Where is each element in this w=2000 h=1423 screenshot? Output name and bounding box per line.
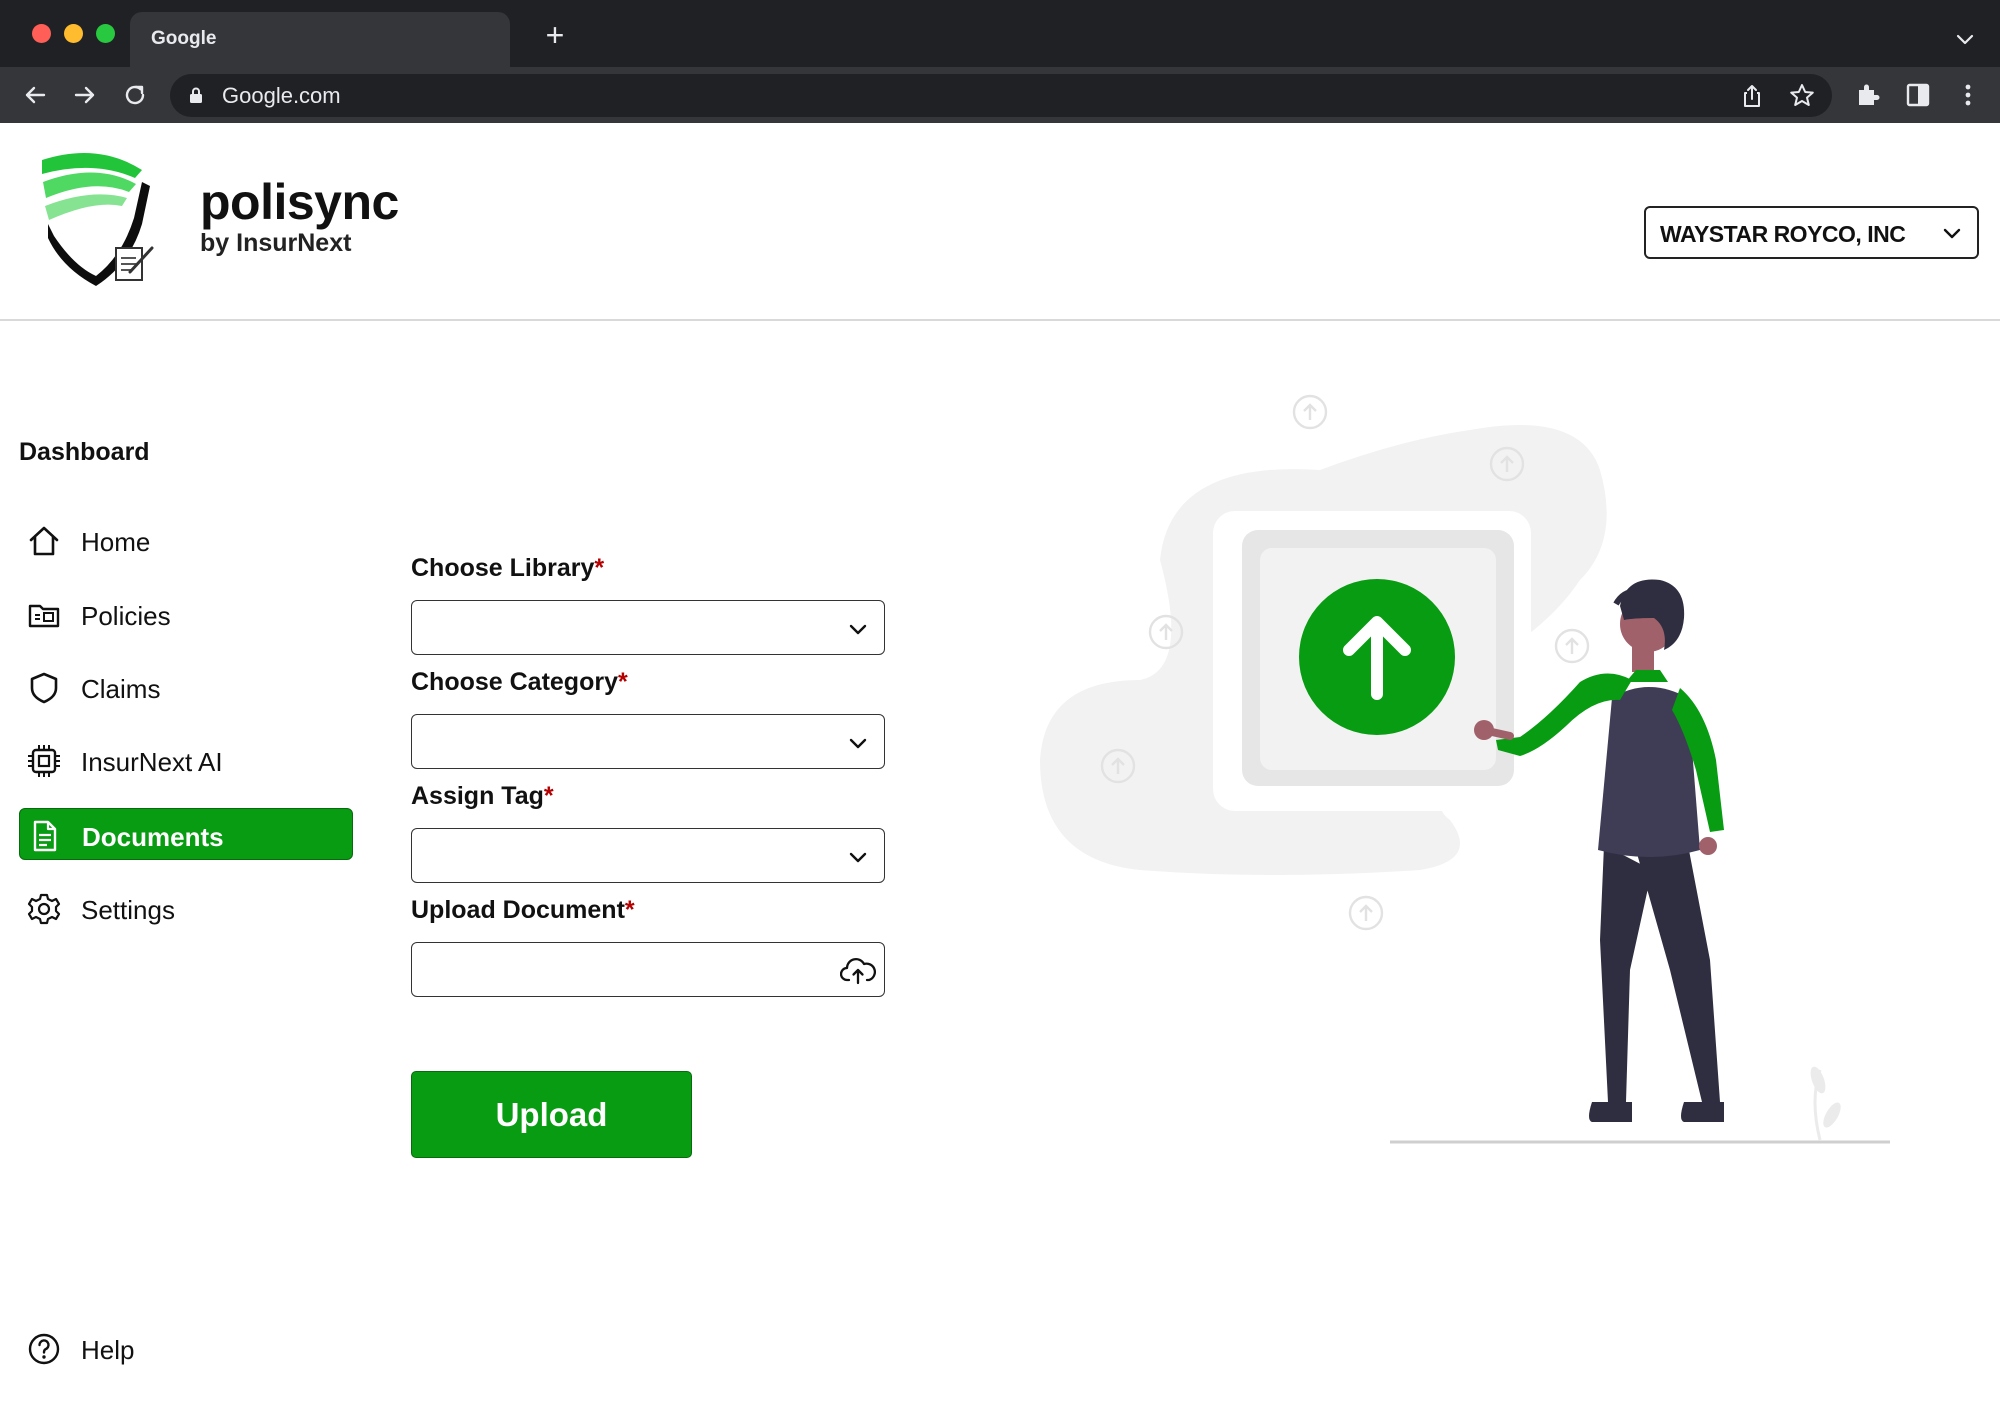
required-marker: * (594, 554, 605, 582)
sidebar-item-settings[interactable]: Settings (19, 882, 353, 934)
chevron-down-icon (849, 738, 867, 749)
app-header: polisync by InsurNext WAYSTAR ROYCO, INC (0, 123, 2000, 321)
required-marker: * (543, 782, 554, 810)
sidebar-item-label: Home (81, 527, 151, 557)
tab-title: Google (151, 28, 217, 49)
star-icon[interactable] (1787, 81, 1817, 111)
lock-icon (190, 87, 202, 103)
forward-icon[interactable] (70, 80, 100, 110)
document-icon (33, 820, 57, 852)
sidebar-item-label: Documents (82, 822, 224, 852)
choose-category-label: Choose Category* (411, 668, 628, 696)
upload-illustration (1040, 394, 1890, 1144)
share-icon[interactable] (1737, 81, 1767, 111)
sidebar-item-label: Claims (81, 674, 161, 704)
upload-document-input[interactable] (411, 942, 885, 997)
side-panel-icon[interactable] (1903, 80, 1933, 110)
chip-icon (28, 745, 60, 777)
help-link[interactable]: Help (19, 1322, 219, 1374)
required-marker: * (617, 668, 628, 696)
chevron-down-icon (849, 624, 867, 635)
sidebar-item-label: Policies (81, 601, 171, 631)
required-marker: * (624, 896, 635, 924)
browser-tab-bar: Google + (0, 0, 2000, 67)
address-bar[interactable]: Google.com (170, 74, 1832, 117)
browser-toolbar: Google.com (0, 67, 2000, 123)
upload-button[interactable]: Upload (411, 1071, 692, 1158)
sidebar-item-documents[interactable]: Documents (19, 808, 353, 860)
upload-document-label: Upload Document* (411, 896, 635, 924)
sidebar-item-claims[interactable]: Claims (19, 661, 353, 713)
sidebar-item-policies[interactable]: Policies (19, 588, 353, 640)
organization-select[interactable]: WAYSTAR ROYCO, INC (1644, 206, 1979, 259)
help-label: Help (81, 1335, 135, 1365)
sidebar-item-label: Settings (81, 895, 175, 925)
choose-library-label: Choose Library* (411, 554, 605, 582)
gear-icon (27, 893, 61, 925)
assign-tag-label: Assign Tag* (411, 782, 554, 810)
folder-icon (28, 604, 60, 628)
maximize-window-button[interactable] (96, 24, 115, 43)
sidebar-title: Dashboard (19, 438, 150, 466)
url-text: Google.com (222, 83, 341, 108)
choose-category-select[interactable] (411, 714, 885, 769)
browser-tab[interactable]: Google (130, 12, 510, 67)
sidebar-item-label: InsurNext AI (81, 747, 223, 777)
reload-icon[interactable] (120, 80, 150, 110)
back-icon[interactable] (20, 80, 50, 110)
chevron-down-icon (849, 852, 867, 863)
chevron-down-icon[interactable] (1950, 24, 1980, 54)
minimize-window-button[interactable] (64, 24, 83, 43)
sidebar-item-insurnext-ai[interactable]: InsurNext AI (19, 734, 353, 786)
assign-tag-select[interactable] (411, 828, 885, 883)
menu-icon[interactable] (1953, 80, 1983, 110)
shield-icon (30, 672, 58, 704)
polisync-logo-icon (42, 152, 154, 286)
brand-subtitle: by InsurNext (200, 229, 352, 257)
home-icon (29, 526, 59, 556)
new-tab-button[interactable]: + (540, 19, 570, 51)
close-window-button[interactable] (32, 24, 51, 43)
help-icon (28, 1333, 60, 1365)
organization-select-value: WAYSTAR ROYCO, INC (1660, 221, 1906, 247)
cloud-upload-icon[interactable] (840, 955, 876, 985)
chevron-down-icon (1943, 228, 1961, 239)
choose-library-select[interactable] (411, 600, 885, 655)
sidebar-item-home[interactable]: Home (19, 514, 353, 566)
brand-name: polisync (200, 174, 399, 230)
extensions-icon[interactable] (1853, 80, 1883, 110)
